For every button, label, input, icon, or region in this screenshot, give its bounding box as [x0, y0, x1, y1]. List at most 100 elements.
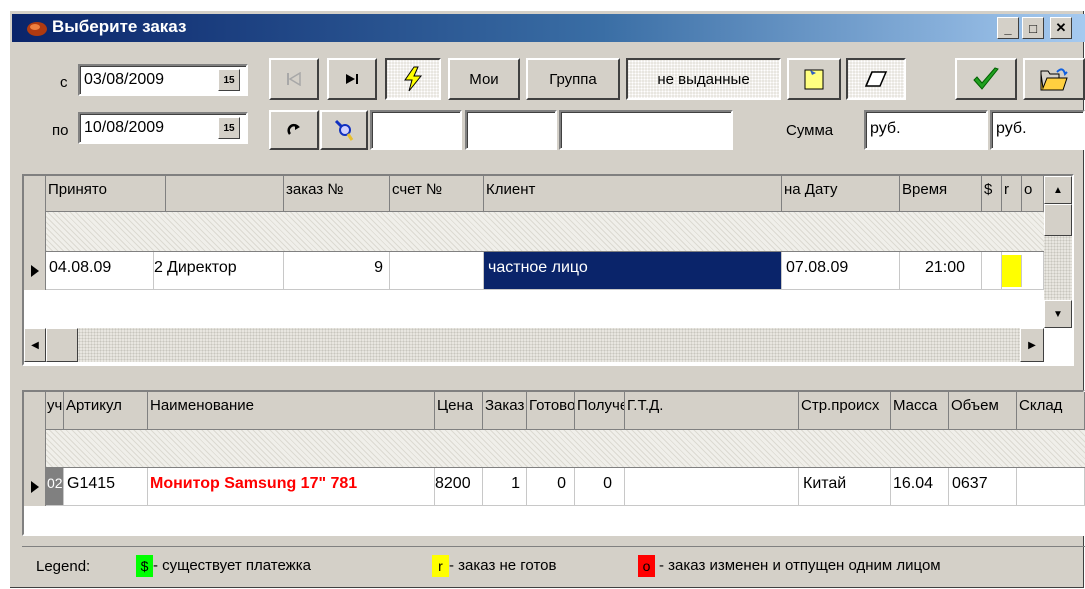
cell-warehouse	[1017, 468, 1085, 505]
filter-icon	[334, 119, 354, 141]
col-ready[interactable]: Готово	[527, 392, 575, 430]
col-r[interactable]: r	[1002, 176, 1022, 212]
calendar-icon[interactable]: 15	[218, 69, 240, 91]
legend-text-not-ready: - заказ не готов	[449, 556, 557, 574]
quick-action-button[interactable]	[385, 58, 441, 100]
orders-header: Принято заказ № счет № Клиент на Дату Вр…	[24, 176, 1072, 212]
cell-time: 21:00	[900, 252, 982, 289]
from-label: с	[60, 74, 68, 91]
sum-field-2-value: руб.	[996, 120, 1027, 137]
cell-o	[1022, 252, 1044, 289]
sum-label: Сумма	[786, 122, 834, 139]
maximize-button[interactable]: □	[1022, 17, 1044, 39]
orders-filter-row[interactable]	[46, 212, 1044, 252]
confirm-button[interactable]	[955, 58, 1017, 100]
col-article[interactable]: Артикул	[64, 392, 148, 430]
col-client[interactable]: Клиент	[484, 176, 782, 212]
legend-text-changed: - заказ изменен и отпущен одним лицом	[659, 556, 941, 574]
scroll-up-button[interactable]: ▲	[1044, 176, 1072, 204]
scroll-right-button[interactable]: ▶	[1020, 328, 1044, 362]
col-time[interactable]: Время	[900, 176, 982, 212]
scroll-left-button[interactable]: ◀	[24, 328, 46, 362]
scroll-down-button[interactable]: ▼	[1044, 300, 1072, 328]
title-bar[interactable]: Выберите заказ _ □ ✕	[12, 14, 1085, 42]
col-volume[interactable]: Объем	[949, 392, 1017, 430]
note-button[interactable]	[787, 58, 841, 100]
window-title: Выберите заказ	[52, 17, 187, 36]
cell-gtd	[625, 468, 799, 505]
table-row[interactable]: 02 G1415 Монитор Samsung 17" 781 8200 1 …	[24, 468, 1085, 506]
cell-invoice-no	[390, 252, 484, 289]
current-row-icon	[30, 481, 39, 493]
mine-button[interactable]: Мои	[448, 58, 520, 100]
sum-field-2[interactable]: руб.	[990, 110, 1085, 150]
legend-swatch-dollar: $	[136, 555, 153, 577]
last-record-icon	[346, 74, 358, 84]
table-row[interactable]: 04.08.09 2 Директор 9 частное лицо 07.08…	[24, 252, 1044, 290]
refresh-button[interactable]	[269, 110, 319, 150]
open-button[interactable]	[1023, 58, 1085, 100]
col-mass[interactable]: Масса	[891, 392, 949, 430]
cell-dollar	[982, 252, 1002, 289]
eraser-button[interactable]	[846, 58, 906, 100]
first-record-button[interactable]	[269, 58, 319, 100]
cell-on-date: 07.08.09	[782, 252, 900, 289]
legend-swatch-o: o	[638, 555, 655, 577]
col-dollar[interactable]: $	[982, 176, 1002, 212]
col-gtd[interactable]: Г.Т.Д.	[625, 392, 799, 430]
col-order-no[interactable]: заказ №	[284, 176, 390, 212]
col-warehouse[interactable]: Склад	[1017, 392, 1085, 430]
search-field-3[interactable]	[559, 110, 733, 150]
cell-country: Китай	[799, 468, 891, 505]
sum-field-1[interactable]: руб.	[864, 110, 988, 150]
col-uch[interactable]: уч	[46, 392, 64, 430]
filter-button[interactable]	[320, 110, 368, 150]
to-date-value: 10/08/2009	[84, 119, 165, 136]
cell-ready: 0	[527, 468, 575, 505]
legend-title: Legend:	[36, 558, 91, 575]
legend-bar: Legend: $ - существует платежка r- заказ …	[22, 546, 1085, 586]
orders-hscrollbar[interactable]: ◀ ▶	[24, 328, 1044, 362]
current-row-icon	[30, 265, 39, 277]
cell-order-no: 9	[284, 252, 390, 289]
minimize-button[interactable]: _	[997, 17, 1019, 39]
legend-item-changed: o- заказ изменен и отпущен одним лицом	[638, 555, 941, 577]
col-received[interactable]: Принято	[46, 176, 166, 212]
app-icon	[27, 22, 47, 36]
eraser-icon	[864, 71, 888, 87]
col-received-qty[interactable]: Получено	[575, 392, 625, 430]
legend-text-payment: - существует платежка	[153, 556, 311, 574]
col-price[interactable]: Цена	[435, 392, 483, 430]
cell-mass: 16.04	[891, 468, 949, 505]
scroll-thumb[interactable]	[1044, 204, 1072, 236]
cell-volume: 0637	[949, 468, 1017, 505]
group-button[interactable]: Группа	[526, 58, 620, 100]
orders-vscrollbar[interactable]: ▲ ▼	[1044, 176, 1072, 328]
last-record-button[interactable]	[327, 58, 377, 100]
not-issued-button[interactable]: не выданные	[626, 58, 781, 100]
close-button[interactable]: ✕	[1050, 17, 1072, 39]
first-record-icon	[287, 72, 301, 86]
open-folder-icon	[1040, 68, 1068, 91]
col-name[interactable]: Наименование	[148, 392, 435, 430]
refresh-icon	[287, 123, 300, 135]
cell-client: частное лицо	[484, 252, 782, 289]
orders-grid: Принято заказ № счет № Клиент на Дату Вр…	[22, 174, 1074, 366]
col-on-date[interactable]: на Дату	[782, 176, 900, 212]
sum-field-1-value: руб.	[870, 120, 901, 137]
search-field-2[interactable]	[465, 110, 557, 150]
items-header: уч Артикул Наименование Цена Заказ Готов…	[24, 392, 1085, 430]
legend-item-not-ready: r- заказ не готов	[432, 555, 556, 577]
col-country[interactable]: Стр.происх	[799, 392, 891, 430]
col-ordered[interactable]: Заказ	[483, 392, 527, 430]
cell-name: Монитор Samsung 17" 781	[148, 468, 435, 505]
col-invoice-no[interactable]: счет №	[390, 176, 484, 212]
items-filter-row[interactable]	[46, 430, 1085, 468]
cell-price: 8200	[435, 468, 483, 505]
col-o[interactable]: o	[1022, 176, 1044, 212]
cell-num-prefix: 2	[154, 259, 163, 276]
hscroll-thumb[interactable]	[46, 328, 78, 362]
search-field-1[interactable]	[370, 110, 462, 150]
col-who[interactable]	[166, 176, 284, 212]
calendar-icon[interactable]: 15	[218, 117, 240, 139]
